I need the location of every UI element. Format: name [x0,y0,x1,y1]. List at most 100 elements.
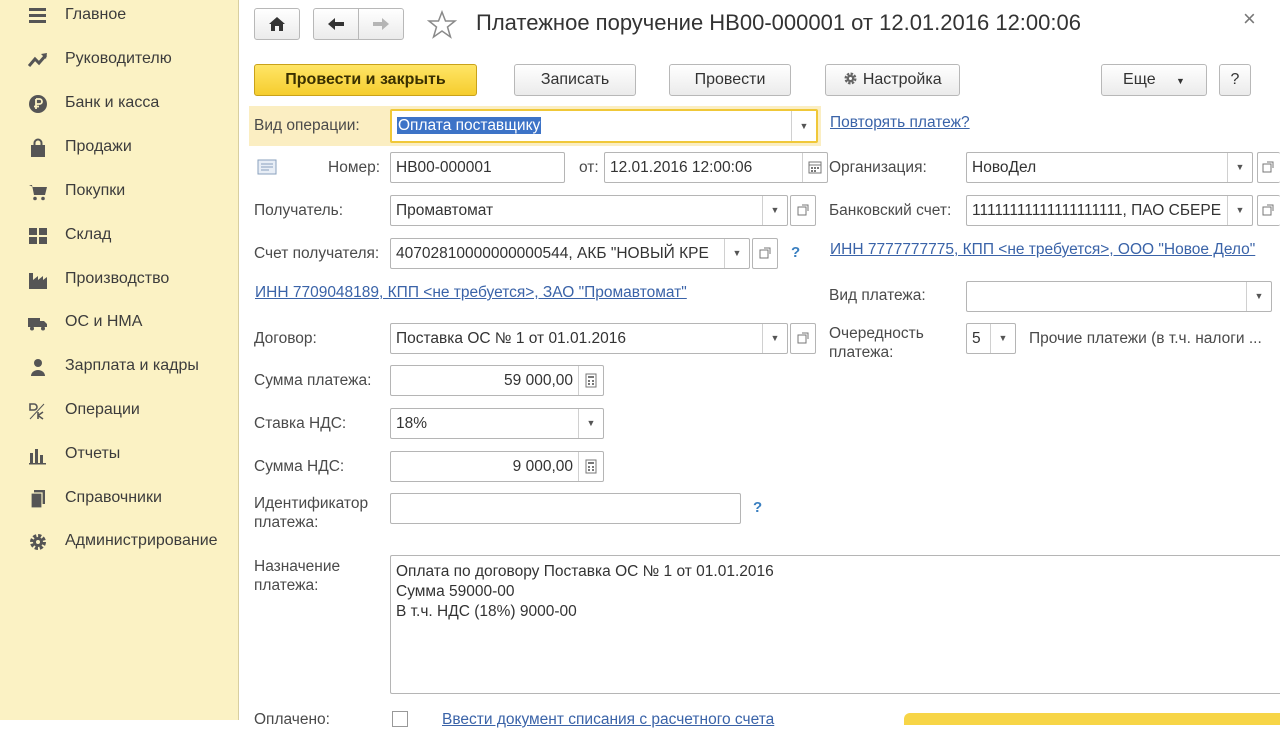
bank-account-label: Банковский счет: [829,202,952,219]
back-button[interactable] [313,8,359,40]
purpose-textarea[interactable]: Оплата по договору Поставка ОС № 1 от 01… [390,555,1280,694]
bank-account-value: 11111111111111111111, ПАО СБЕРЕ [972,202,1222,219]
number-input[interactable]: НВ00-000001 [390,152,565,183]
chevron-down-icon[interactable]: ▼ [578,409,603,438]
sidebar-item-admin[interactable]: Администрирование [0,528,238,558]
more-button[interactable]: Еще ▼ [1101,64,1207,96]
home-icon [269,17,285,31]
open-icon [797,332,809,344]
recipient-select[interactable]: Промавтомат ▼ [390,195,788,226]
organization-value: НовоДел [972,159,1037,176]
calendar-icon[interactable] [802,153,827,182]
sidebar-item-main[interactable]: Главное [0,2,238,32]
open-bank-account-button[interactable] [1257,195,1280,226]
date-input[interactable]: 12.01.2016 12:00:06 [604,152,828,183]
menu-icon [29,8,46,23]
debit-credit-icon [29,403,45,420]
recipient-label: Получатель: [254,202,344,219]
operation-type-select[interactable]: Оплата поставщику ▼ [390,109,818,143]
payment-id-input[interactable] [390,493,741,524]
vat-amount-input[interactable]: 9 000,00 [390,451,604,482]
settings-button[interactable]: Настройка [825,64,960,96]
home-button[interactable] [254,8,300,40]
sidebar-item-label: Банк и касса [65,94,160,111]
sidebar-item-sales[interactable]: Продажи [0,134,238,164]
sidebar-item-directories[interactable]: Справочники [0,485,238,515]
chevron-down-icon[interactable]: ▼ [1227,196,1252,225]
open-recipient-button[interactable] [790,195,816,226]
date-value: 12.01.2016 12:00:06 [610,159,753,176]
open-icon [1262,161,1274,173]
sidebar-item-purchases[interactable]: Покупки [0,178,238,208]
open-organization-button[interactable] [1257,152,1280,183]
vat-amount-label: Сумма НДС: [254,458,345,475]
person-icon [31,359,45,376]
bank-account-select[interactable]: 11111111111111111111, ПАО СБЕРЕ ▼ [966,195,1253,226]
page-title: Платежное поручение НВ00-000001 от 12.01… [476,10,1081,35]
help-question-icon[interactable]: ? [753,499,762,516]
chevron-down-icon[interactable]: ▼ [1227,153,1252,182]
ruble-icon [29,95,47,113]
help-question-icon[interactable]: ? [791,244,800,261]
favorite-star-icon[interactable] [427,10,457,40]
books-icon [30,490,45,509]
payment-type-label: Вид платежа: [829,287,926,304]
organization-details-link[interactable]: ИНН 7777777775, КПП <не требуется>, ООО … [830,241,1255,259]
open-recipient-account-button[interactable] [752,238,778,269]
purpose-line: Сумма 59000-00 [396,583,515,600]
vat-rate-value: 18% [396,415,428,432]
sidebar-item-warehouse[interactable]: Склад [0,222,238,252]
recipient-details-link[interactable]: ИНН 7709048189, КПП <не требуется>, ЗАО … [255,284,687,302]
settings-label: Настройка [862,71,942,88]
paid-checkbox[interactable] [392,711,408,727]
sidebar-item-label: Зарплата и кадры [65,357,199,374]
help-button[interactable]: ? [1219,64,1251,96]
chevron-down-icon[interactable]: ▼ [990,324,1015,353]
vat-amount-value: 9 000,00 [512,458,573,475]
sidebar-item-manager[interactable]: Руководителю [0,46,238,76]
chevron-down-icon: ▼ [1176,76,1185,86]
payment-type-select[interactable]: ▼ [966,281,1272,312]
recipient-account-select[interactable]: 40702810000000000544, АКБ "НОВЫЙ КРЕ ▼ [390,238,750,269]
sidebar-item-assets[interactable]: ОС и НМА [0,309,238,339]
repeat-payment-link[interactable]: Повторять платеж? [830,114,970,132]
factory-icon [29,273,47,289]
post-button[interactable]: Провести [669,64,791,96]
sidebar-item-reports[interactable]: Отчеты [0,441,238,471]
sidebar-item-label: Главное [65,6,127,23]
close-button[interactable]: × [1243,6,1256,32]
chevron-down-icon[interactable]: ▼ [724,239,749,268]
sidebar-item-salary[interactable]: Зарплата и кадры [0,353,238,383]
open-contract-button[interactable] [790,323,816,354]
organization-label: Организация: [829,159,927,176]
priority-select[interactable]: 5 ▼ [966,323,1016,354]
calculator-icon[interactable] [578,366,603,395]
calculator-icon[interactable] [578,452,603,481]
contract-value: Поставка ОС № 1 от 01.01.2016 [396,330,627,347]
more-label: Еще [1123,71,1156,88]
sidebar-item-bank[interactable]: Банк и касса [0,90,238,120]
open-icon [797,204,809,216]
amount-input[interactable]: 59 000,00 [390,365,604,396]
sidebar-item-operations[interactable]: Операции [0,397,238,427]
write-off-link[interactable]: Ввести документ списания с расчетного сч… [442,711,774,729]
save-button[interactable]: Записать [514,64,636,96]
vat-rate-label: Ставка НДС: [254,415,347,432]
sidebar-item-label: Отчеты [65,445,121,462]
chevron-down-icon[interactable]: ▼ [762,196,787,225]
forward-button[interactable] [358,8,404,40]
chevron-down-icon[interactable]: ▼ [791,111,816,141]
date-label: от: [579,159,599,176]
sidebar-item-label: Продажи [65,138,132,155]
document-icon [257,159,277,175]
vat-rate-select[interactable]: 18% ▼ [390,408,604,439]
contract-select[interactable]: Поставка ОС № 1 от 01.01.2016 ▼ [390,323,788,354]
sidebar-item-label: Администрирование [65,532,218,549]
sidebar-item-production[interactable]: Производство [0,266,238,296]
post-and-close-button[interactable]: Провести и закрыть [254,64,477,96]
chevron-down-icon[interactable]: ▼ [1246,282,1271,311]
chevron-down-icon[interactable]: ▼ [762,324,787,353]
bag-icon [31,138,45,157]
organization-select[interactable]: НовоДел ▼ [966,152,1253,183]
sidebar-item-label: Склад [65,226,112,243]
